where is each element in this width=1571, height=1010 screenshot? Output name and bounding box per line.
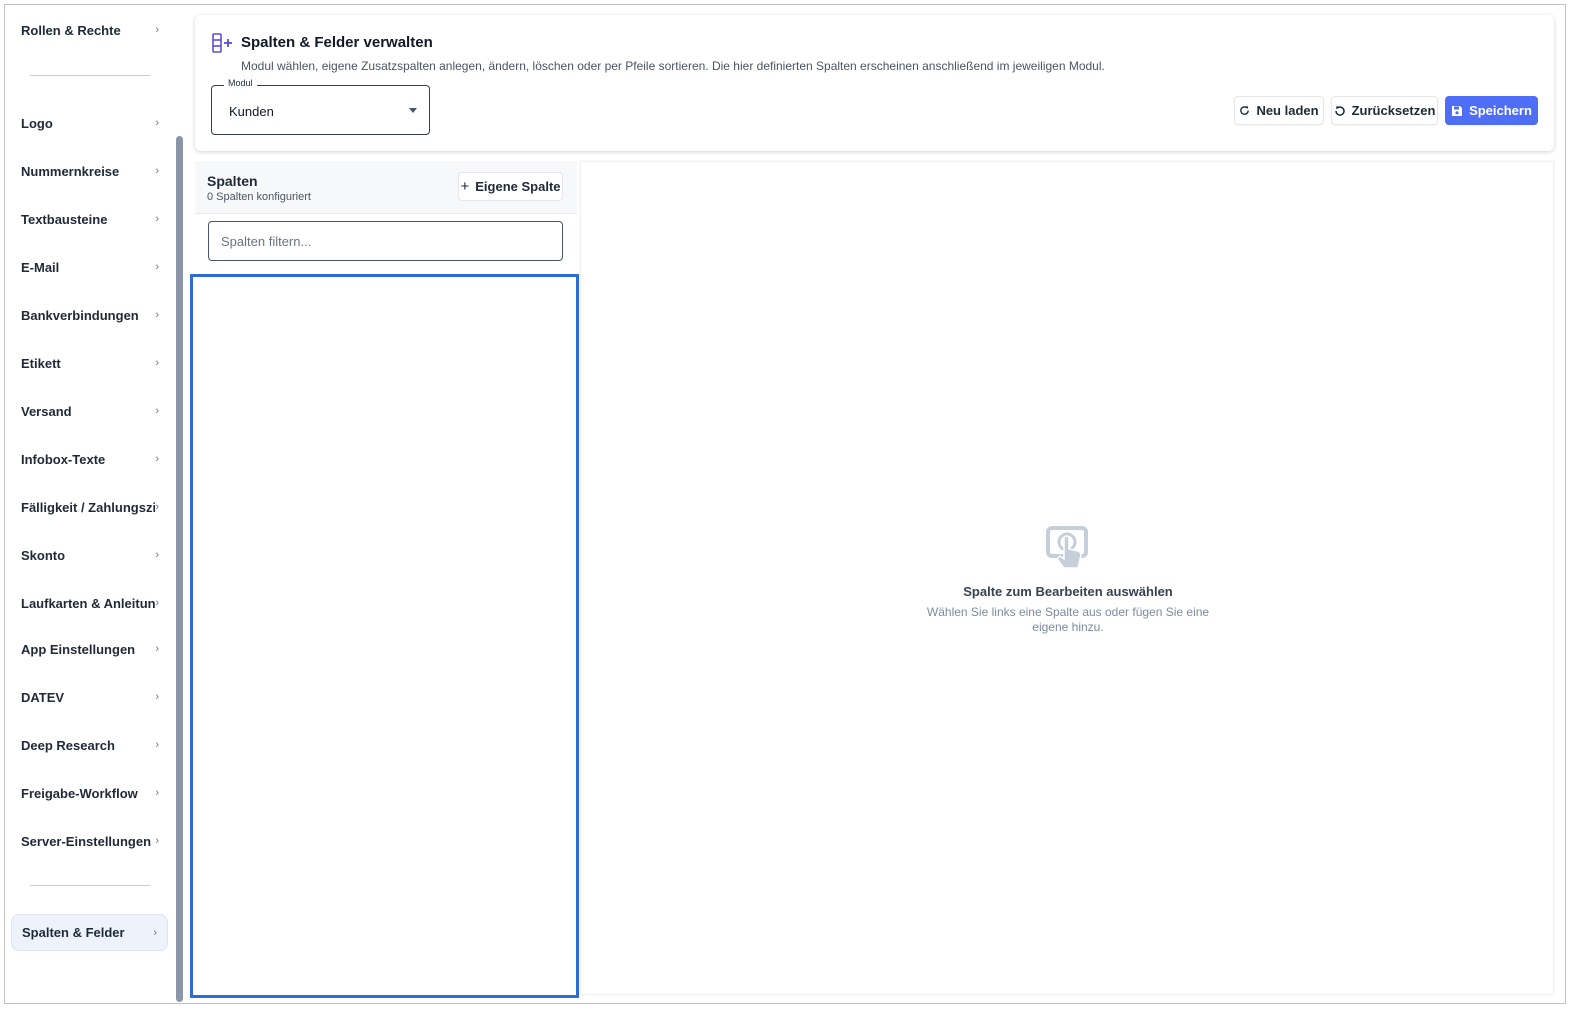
empty-state-title: Spalte zum Bearbeiten auswählen bbox=[963, 584, 1173, 599]
chevron-right-icon: › bbox=[155, 739, 159, 751]
sidebar-item-label: Skonto bbox=[21, 547, 66, 563]
sidebar-item-label: Versand bbox=[21, 403, 72, 419]
sidebar-item-label: Bankverbindungen bbox=[21, 307, 139, 323]
sidebar-item-bankverbindungen[interactable]: Bankverbindungen › bbox=[21, 303, 159, 327]
sidebar-item-label: Nummernkreise bbox=[21, 163, 120, 179]
module-select-value: Kunden bbox=[229, 104, 274, 119]
empty-state-description: Wählen Sie links eine Spalte aus oder fü… bbox=[926, 605, 1210, 634]
module-select[interactable]: Modul Kunden bbox=[211, 78, 430, 135]
save-icon bbox=[1452, 105, 1463, 116]
chevron-right-icon: › bbox=[155, 213, 159, 225]
sidebar-item-logo[interactable]: Logo › bbox=[21, 111, 159, 135]
app-window: Rollen & Rechte › Logo › Nummernkreise ›… bbox=[4, 4, 1566, 1004]
chevron-right-icon: › bbox=[155, 24, 159, 36]
sidebar-item-datev[interactable]: DATEV › bbox=[21, 685, 159, 709]
plus-icon: + bbox=[460, 178, 470, 195]
chevron-right-icon: › bbox=[155, 453, 159, 465]
column-editor-panel: Spalte zum Bearbeiten auswählen Wählen S… bbox=[580, 161, 1554, 995]
sidebar-item-label: App Einstellungen bbox=[21, 641, 136, 657]
chevron-right-icon: › bbox=[155, 787, 159, 799]
sidebar-item-label: Rollen & Rechte bbox=[21, 22, 121, 38]
chevron-right-icon: › bbox=[155, 549, 159, 561]
chevron-right-icon: › bbox=[155, 405, 159, 417]
chevron-right-icon: › bbox=[155, 501, 159, 513]
columns-add-icon bbox=[212, 33, 232, 53]
chevron-right-icon: › bbox=[155, 117, 159, 129]
sidebar-divider bbox=[30, 885, 150, 886]
sidebar-item-label: Textbausteine bbox=[21, 211, 108, 227]
reload-button-label: Neu laden bbox=[1256, 103, 1319, 118]
page-title: Spalten & Felder verwalten bbox=[241, 34, 433, 51]
sidebar-item-infobox-texte[interactable]: Infobox-Texte › bbox=[21, 447, 159, 471]
sidebar-divider bbox=[30, 75, 150, 76]
chevron-right-icon: › bbox=[155, 165, 159, 177]
sidebar-item-label: Laufkarten & Anleitungen bbox=[21, 595, 156, 611]
add-custom-column-button[interactable]: + Eigene Spalte bbox=[458, 172, 563, 201]
columns-panel-title: Spalten bbox=[207, 173, 258, 189]
save-button-label: Speichern bbox=[1469, 103, 1532, 118]
sidebar-scrollbar[interactable] bbox=[176, 136, 183, 1002]
add-custom-column-label: Eigene Spalte bbox=[475, 179, 561, 194]
page-description: Modul wählen, eigene Zusatzspalten anleg… bbox=[241, 59, 1105, 73]
touch-select-icon bbox=[1046, 526, 1088, 569]
chevron-right-icon: › bbox=[155, 597, 159, 609]
sidebar-item-label: Freigabe-Workflow bbox=[21, 785, 138, 801]
reload-button[interactable]: Neu laden bbox=[1234, 96, 1324, 125]
sidebar-item-versand[interactable]: Versand › bbox=[21, 399, 159, 423]
columns-count: 0 Spalten konfiguriert bbox=[207, 191, 311, 203]
sidebar-item-email[interactable]: E-Mail › bbox=[21, 255, 159, 279]
sidebar-item-skonto[interactable]: Skonto › bbox=[21, 543, 159, 567]
sidebar-item-freigabe-workflow[interactable]: Freigabe-Workflow › bbox=[21, 781, 159, 805]
sidebar-item-server-einstellungen[interactable]: Server-Einstellungen › bbox=[21, 829, 159, 853]
sidebar-item-label: Etikett bbox=[21, 355, 61, 371]
sidebar-item-label: Spalten & Felder bbox=[22, 925, 125, 940]
column-filter-input[interactable] bbox=[208, 221, 563, 261]
refresh-icon bbox=[1240, 106, 1250, 115]
columns-panel-header: Spalten 0 Spalten konfiguriert + Eigene … bbox=[195, 161, 577, 214]
sidebar-item-faelligkeit[interactable]: Fälligkeit / Zahlungsziele › bbox=[21, 495, 159, 519]
sidebar-item-spalten-felder[interactable]: Spalten & Felder › bbox=[11, 914, 168, 951]
sidebar-item-deep-research[interactable]: Deep Research › bbox=[21, 733, 159, 757]
save-button[interactable]: Speichern bbox=[1445, 96, 1538, 125]
sidebar-item-rollen-rechte[interactable]: Rollen & Rechte › bbox=[21, 18, 159, 42]
sidebar-item-laufkarten[interactable]: Laufkarten & Anleitungen › bbox=[21, 591, 159, 615]
reset-button[interactable]: Zurücksetzen bbox=[1331, 96, 1438, 125]
sidebar-item-label: DATEV bbox=[21, 689, 65, 705]
sidebar-item-label: Server-Einstellungen bbox=[21, 833, 152, 849]
chevron-right-icon: › bbox=[155, 691, 159, 703]
columns-list[interactable] bbox=[190, 274, 579, 998]
chevron-right-icon: › bbox=[153, 926, 157, 939]
chevron-right-icon: › bbox=[155, 261, 159, 273]
sidebar-item-textbausteine[interactable]: Textbausteine › bbox=[21, 207, 159, 231]
sidebar-item-etikett[interactable]: Etikett › bbox=[21, 351, 159, 375]
sidebar-item-label: Deep Research bbox=[21, 737, 115, 753]
columns-panel: Spalten 0 Spalten konfiguriert + Eigene … bbox=[190, 161, 579, 998]
sidebar-item-label: E-Mail bbox=[21, 259, 60, 275]
sidebar-item-nummernkreise[interactable]: Nummernkreise › bbox=[21, 159, 159, 183]
caret-down-icon bbox=[409, 108, 417, 113]
reset-button-label: Zurücksetzen bbox=[1351, 103, 1436, 118]
chevron-right-icon: › bbox=[155, 835, 159, 847]
sidebar-item-label: Fälligkeit / Zahlungsziele bbox=[21, 499, 155, 515]
chevron-right-icon: › bbox=[155, 309, 159, 321]
settings-sidebar: Rollen & Rechte › Logo › Nummernkreise ›… bbox=[5, 5, 177, 1003]
chevron-right-icon: › bbox=[155, 357, 159, 369]
sidebar-item-app-einstellungen[interactable]: App Einstellungen › bbox=[21, 637, 159, 661]
undo-icon bbox=[1334, 105, 1345, 116]
page-header-card: Spalten & Felder verwalten Modul wählen,… bbox=[195, 15, 1554, 151]
sidebar-item-label: Logo bbox=[21, 115, 53, 131]
chevron-right-icon: › bbox=[155, 643, 159, 655]
sidebar-item-label: Infobox-Texte bbox=[21, 451, 106, 467]
module-select-label: Modul bbox=[224, 78, 257, 88]
